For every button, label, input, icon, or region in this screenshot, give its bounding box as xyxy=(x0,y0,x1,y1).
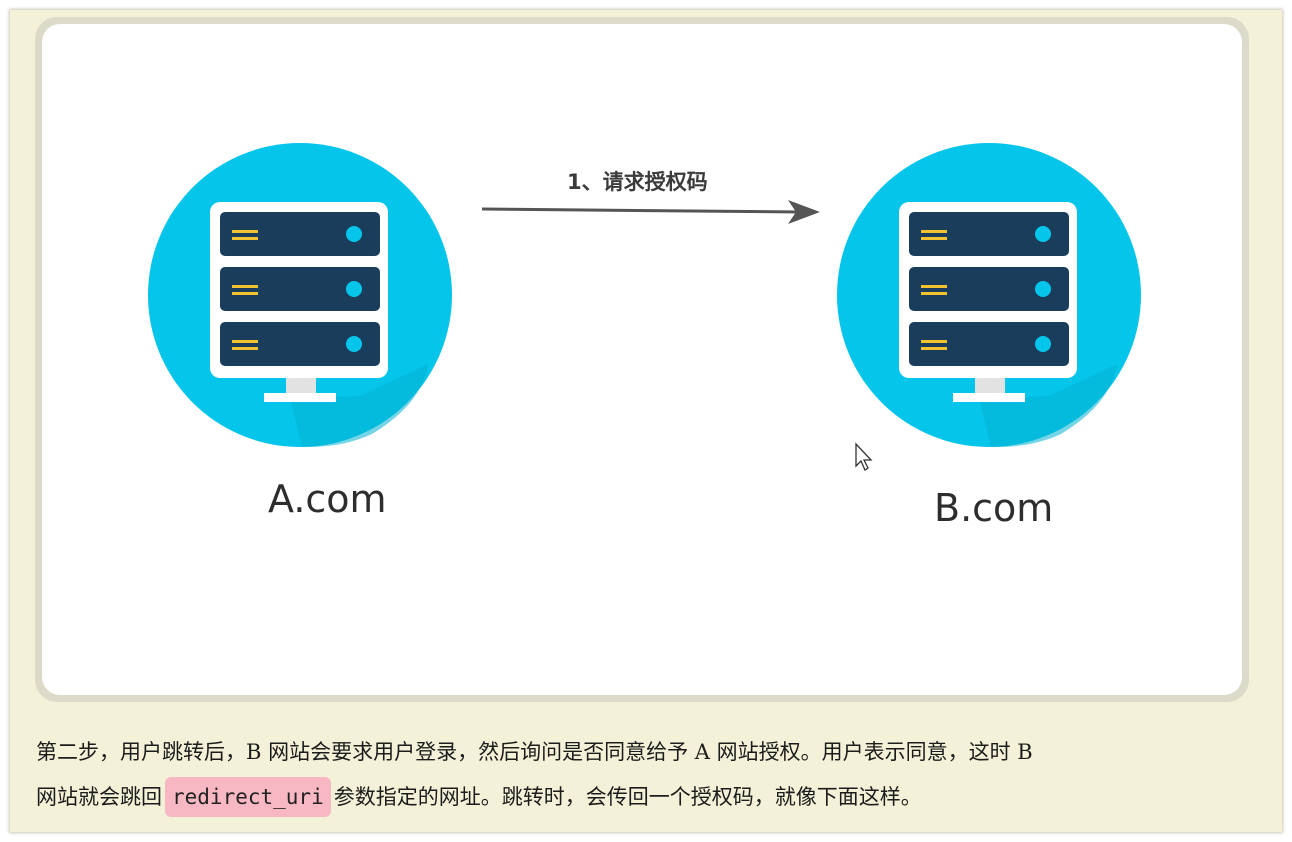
arrow-label: 1、请求授权码 xyxy=(567,170,708,194)
oauth-diagram-image: 1、请求授权码 A.com B.com xyxy=(42,24,1242,695)
paragraph-line-1: 第二步，用户跳转后，B 网站会要求用户登录，然后询问是否同意给予 A 网站授权。… xyxy=(36,740,1033,764)
figure-frame: 1、请求授权码 A.com B.com xyxy=(35,17,1249,702)
server-b-label: B.com xyxy=(934,486,1054,530)
server-b-icon xyxy=(837,143,1141,448)
article-page: 1、请求授权码 A.com B.com 第二步，用户跳转后，B 网站会要求用户登… xyxy=(10,10,1282,832)
request-arrow xyxy=(481,200,820,224)
paragraph-line-2-end: 参数指定的网址。跳转时，会传回一个授权码，就像下面这样。 xyxy=(333,785,922,809)
diagram-graphic xyxy=(148,143,1141,448)
paragraph-line-2: 网站就会跳回 redirect_uri 参数指定的网址。跳转时，会传回一个授权码，就… xyxy=(36,774,1266,820)
paragraph-line-2-start: 网站就会跳回 xyxy=(36,785,162,809)
server-a-icon xyxy=(148,143,452,448)
mouse-cursor-icon xyxy=(855,442,873,471)
server-a-label: A.com xyxy=(268,477,387,521)
redirect-uri-code: redirect_uri xyxy=(165,777,331,817)
